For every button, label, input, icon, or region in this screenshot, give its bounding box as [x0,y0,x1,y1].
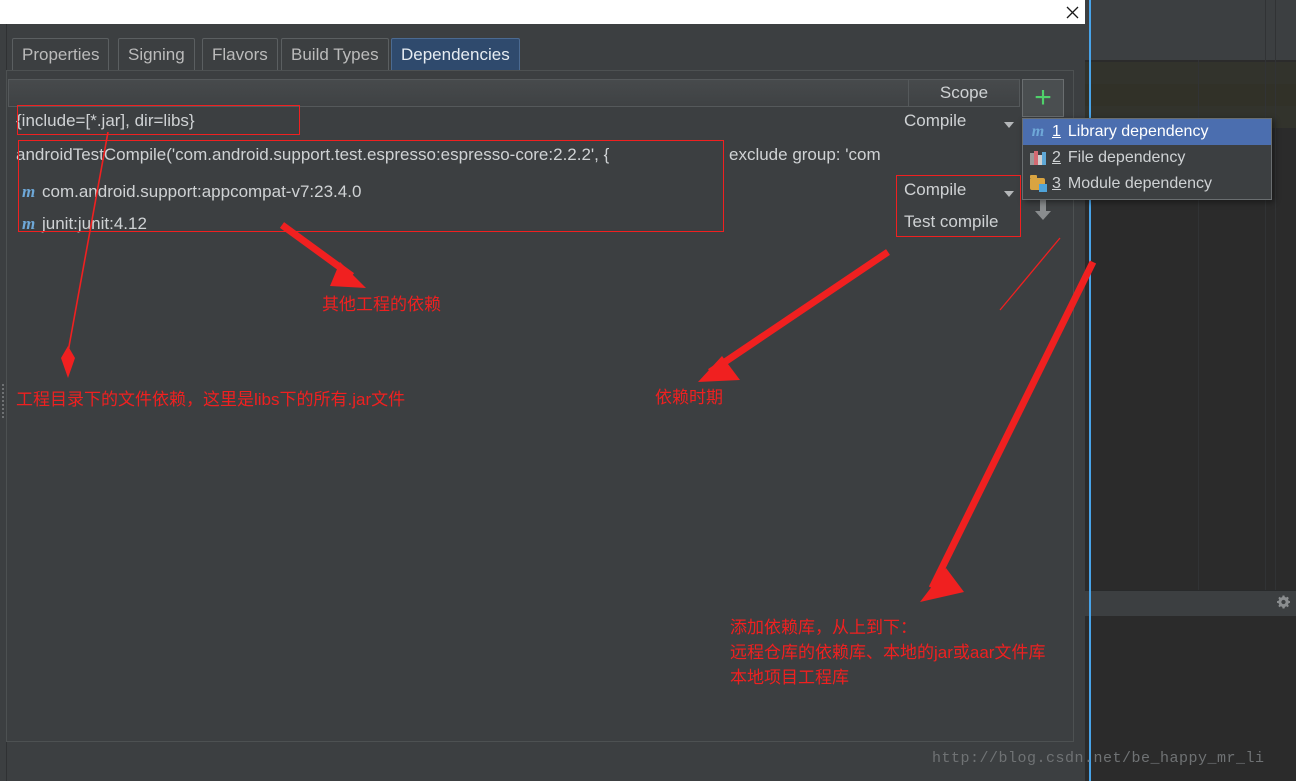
splitter-grip [2,384,4,418]
folder-module-icon [1029,175,1047,192]
add-dependency-menu: m 1 Library dependency 2 File dependency… [1022,118,1272,200]
scope-value[interactable]: Compile [904,111,966,131]
menu-item-label: Module dependency [1067,175,1213,192]
ide-column-divider [1265,0,1266,590]
menu-item-label: File dependency [1067,149,1186,166]
arrow-down-icon [1035,199,1051,220]
window-title-bar [0,0,1085,24]
menu-item-module-dependency[interactable]: 3 Module dependency [1023,171,1271,197]
plus-icon: + [1034,81,1052,114]
tab-label: Dependencies [401,44,510,64]
dependencies-table-header: Scope [8,79,1020,107]
close-icon[interactable] [1060,1,1084,23]
dependency-row-text-trailing[interactable]: exclude group: 'com [729,145,881,165]
chevron-down-icon[interactable] [1004,122,1014,128]
ide-column-divider [1275,0,1276,590]
add-dependency-button[interactable]: + [1022,79,1064,117]
menu-item-label: Library dependency [1067,123,1209,140]
tab-label: Flavors [212,44,268,64]
ide-status-bar [1085,590,1296,618]
gear-icon[interactable] [1277,595,1290,609]
watermark: http://blog.csdn.net/be_happy_mr_li [932,750,1265,767]
tab-label: Build Types [291,44,379,64]
menu-item-library-dependency[interactable]: m 1 Library dependency [1023,119,1271,145]
tab-properties[interactable]: Properties [12,38,110,70]
tab-label: Signing [128,44,185,64]
tab-signing[interactable]: Signing [118,38,195,70]
tab-build-types[interactable]: Build Types [281,38,389,70]
annotation-box-dependency-list [18,140,724,232]
tab-flavors[interactable]: Flavors [202,38,278,70]
tab-label: Properties [22,44,100,64]
books-icon [1029,150,1047,166]
menu-item-number: 1 [1052,123,1061,140]
annotation-add-dependency: 添加依赖库，从上到下： 远程仓库的依赖库、本地的jar或aar文件库 本地项目工… [730,618,1046,687]
annotation-box-scope [896,175,1021,237]
menu-item-file-dependency[interactable]: 2 File dependency [1023,145,1271,171]
dialog-tab-bar: Properties Signing Flavors Build Types D… [6,36,1085,72]
column-header-scope[interactable]: Scope [908,80,1019,106]
annotation-file-dependency: 工程目录下的文件依赖，这里是libs下的所有.jar文件 [16,390,406,409]
close-glyph [1066,6,1078,18]
menu-item-number: 2 [1052,149,1061,166]
tab-dependencies[interactable]: Dependencies [391,38,520,70]
menu-item-number: 3 [1052,175,1061,192]
annotation-other-project: 其他工程的依赖 [322,295,441,314]
annotation-box-file-dependency [17,105,300,135]
maven-m-icon: m [1031,123,1045,140]
annotation-scope: 依赖时期 [655,388,723,407]
